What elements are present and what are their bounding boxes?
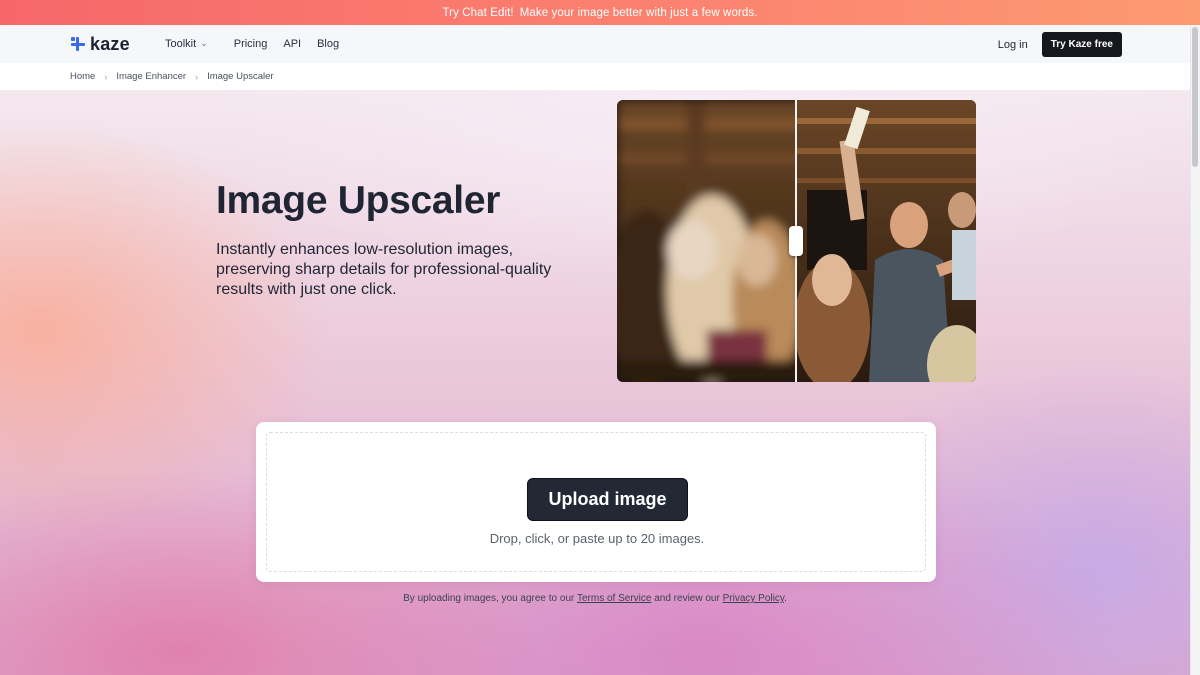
promo-link[interactable]: Try Chat Edit! [442, 7, 513, 19]
chevron-right-icon: › [195, 71, 199, 82]
comparison-slider-handle[interactable] [789, 226, 803, 256]
main-nav: Toolkit ⌄ Pricing API Blog [165, 25, 355, 63]
breadcrumb-image-enhancer[interactable]: Image Enhancer [116, 71, 186, 82]
upload-dropzone[interactable]: Upload image Drop, click, or paste up to… [266, 432, 926, 572]
page-title: Image Upscaler [216, 179, 501, 222]
logo-text: kaze [90, 34, 130, 54]
upload-hint: Drop, click, or paste up to 20 images. [489, 531, 705, 546]
terms-notice: By uploading images, you agree to our Te… [0, 593, 1190, 604]
breadcrumb: Home › Image Enhancer › Image Upscaler [0, 63, 1190, 90]
page-subtitle: Instantly enhances low-resolution images… [216, 241, 552, 298]
nav-api[interactable]: API [283, 38, 301, 50]
promo-text: Make your image better with just a few w… [519, 6, 758, 19]
header-actions: Log in Try Kaze free [998, 32, 1122, 57]
try-free-button[interactable]: Try Kaze free [1041, 32, 1122, 57]
terms-suffix: . [784, 593, 787, 604]
scrollbar-thumb[interactable] [1192, 27, 1198, 167]
site-header: kaze Toolkit ⌄ Pricing API Blog Log in T… [0, 25, 1190, 63]
promo-banner[interactable]: Try Chat Edit! Make your image better wi… [0, 0, 1200, 25]
privacy-policy-link[interactable]: Privacy Policy [723, 593, 785, 604]
chevron-right-icon: › [104, 71, 108, 82]
logo[interactable]: kaze [70, 35, 130, 53]
terms-prefix: By uploading images, you agree to our [403, 593, 575, 604]
terms-of-service-link[interactable]: Terms of Service [577, 593, 651, 604]
nav-blog[interactable]: Blog [317, 38, 339, 50]
breadcrumb-home[interactable]: Home [70, 71, 95, 82]
kaze-logo-icon [70, 36, 86, 52]
nav-toolkit-label: Toolkit [165, 38, 197, 50]
nav-pricing[interactable]: Pricing [234, 38, 268, 50]
hero-section: Image Upscaler Instantly enhances low-re… [0, 90, 1190, 675]
nav-toolkit[interactable]: Toolkit ⌄ [165, 37, 208, 51]
terms-middle: and review our [654, 593, 720, 604]
before-after-comparison[interactable] [617, 100, 976, 382]
upload-card: Upload image Drop, click, or paste up to… [256, 422, 936, 582]
upload-image-button[interactable]: Upload image [527, 478, 688, 521]
breadcrumb-current: Image Upscaler [207, 71, 274, 82]
chevron-down-icon: ⌄ [200, 37, 208, 48]
login-link[interactable]: Log in [998, 39, 1028, 51]
